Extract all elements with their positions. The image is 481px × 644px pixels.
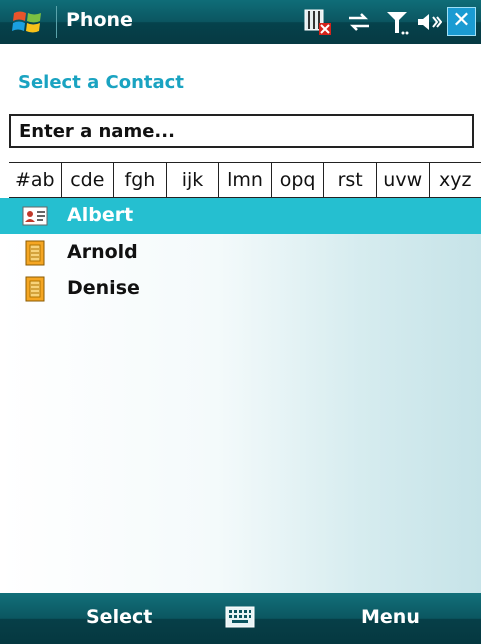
contact-row-arnold[interactable]: Arnold	[0, 235, 481, 271]
close-button[interactable]: ✕	[447, 7, 476, 36]
letter-tab[interactable]: ijk	[167, 163, 220, 197]
contact-name: Albert	[67, 204, 134, 226]
contact-list[interactable]: Albert Arnold Denise	[0, 198, 481, 593]
letter-tab[interactable]: xyz	[430, 163, 481, 197]
data-connection-icon[interactable]	[345, 8, 373, 36]
soft-key-bar: Select Menu	[0, 593, 481, 644]
letter-tab[interactable]: cde	[62, 163, 115, 197]
title-divider	[56, 6, 57, 38]
signal-strength-icon[interactable]	[384, 8, 410, 36]
contact-name: Arnold	[67, 241, 138, 263]
keyboard-icon[interactable]	[225, 606, 255, 628]
letter-tab[interactable]: fgh	[114, 163, 167, 197]
contact-row-albert[interactable]: Albert	[0, 198, 481, 234]
windows-start-icon[interactable]	[10, 7, 46, 37]
app-title: Phone	[66, 9, 133, 31]
title-bar: Phone ✕	[0, 0, 481, 44]
sim-contact-icon	[25, 276, 45, 302]
letter-tab[interactable]: uvw	[377, 163, 430, 197]
menu-softkey[interactable]: Menu	[361, 606, 420, 628]
letter-tabs: #ab cde fgh ijk lmn opq rst uvw xyz	[9, 162, 481, 198]
sim-contact-icon	[25, 240, 45, 266]
letter-tab[interactable]: #ab	[9, 163, 62, 197]
letter-tab[interactable]: rst	[324, 163, 377, 197]
sim-error-icon[interactable]	[303, 8, 333, 36]
letter-tab[interactable]: lmn	[219, 163, 272, 197]
name-search-input[interactable]	[9, 114, 474, 148]
select-softkey[interactable]: Select	[86, 606, 152, 628]
page-title: Select a Contact	[18, 72, 184, 93]
contact-name: Denise	[67, 277, 140, 299]
letter-tab[interactable]: opq	[272, 163, 325, 197]
contact-row-denise[interactable]: Denise	[0, 271, 481, 307]
contact-card-icon	[22, 206, 48, 226]
speaker-volume-icon[interactable]	[416, 8, 442, 36]
page-header: Select a Contact	[0, 44, 481, 106]
